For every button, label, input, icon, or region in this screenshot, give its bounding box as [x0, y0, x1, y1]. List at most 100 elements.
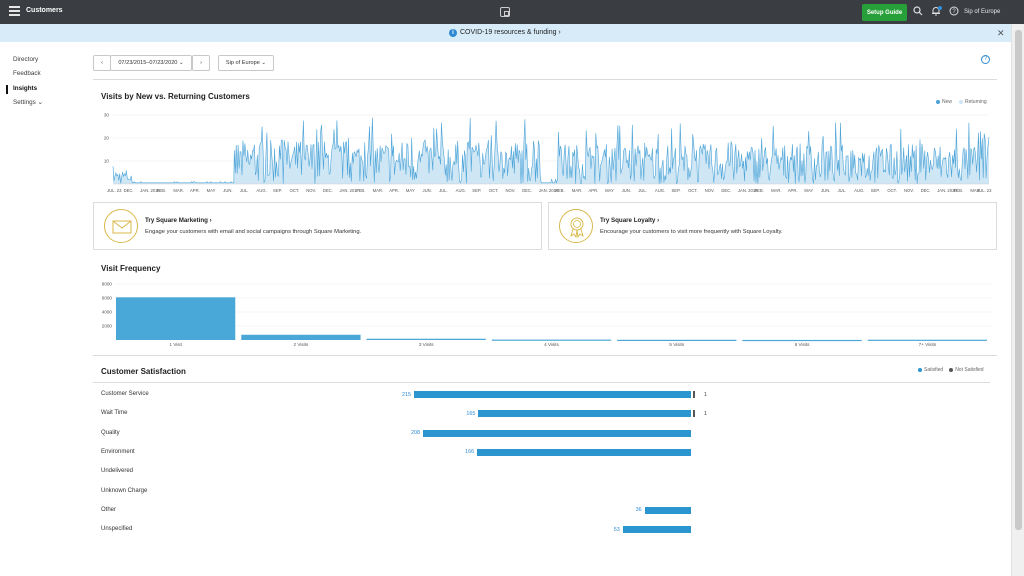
visits-x-tick: JUL. [240, 188, 249, 193]
frequency-x-label: 4 Visits [544, 342, 559, 347]
banner-link[interactable]: COVID-19 resources & funding › [460, 29, 561, 36]
promo-card-marketing[interactable]: Try Square Marketing › Engage your custo… [93, 202, 542, 250]
satisfaction-row-label: Environment [101, 448, 135, 455]
visits-x-tick: NOV. [306, 188, 316, 193]
frequency-bar[interactable] [241, 334, 361, 340]
visits-x-tick: MAY [207, 188, 216, 193]
visits-x-tick: DEC. [522, 188, 532, 193]
visits-x-tick: JUL. [439, 188, 448, 193]
visits-x-tick: AUG. [456, 188, 466, 193]
visits-y-tick: 10 [104, 159, 110, 164]
visits-x-tick: OCT. [489, 188, 499, 193]
satisfied-bar[interactable] [644, 506, 691, 514]
visits-x-tick: AUG. [256, 188, 266, 193]
prev-range-button[interactable]: ‹ [93, 55, 111, 71]
help-icon[interactable]: ? [981, 55, 990, 64]
promo-card-loyalty[interactable]: Try Square Loyalty › Encourage your cust… [548, 202, 997, 250]
satisfaction-row-label: Wait Time [101, 410, 128, 417]
promo-title-loyalty[interactable]: Try Square Loyalty › [600, 217, 659, 224]
satisfaction-row-label: Customer Service [101, 391, 149, 397]
notification-dot [938, 6, 942, 10]
setup-guide-button[interactable]: Setup Guide [862, 4, 907, 21]
top-bar: Customers Setup Guide ? Sip of Europe [0, 0, 1024, 24]
visits-x-tick: FEB. [356, 188, 365, 193]
visits-x-tick: APR. [389, 188, 399, 193]
visits-x-tick: JUN. [422, 188, 431, 193]
frequency-x-label: 5 Visits [669, 342, 684, 347]
next-range-button[interactable]: › [192, 55, 210, 71]
visits-x-tick: JUL. [838, 188, 847, 193]
active-indicator [6, 85, 8, 94]
visits-chart: 102030JUL. 23 DEC. JAN. 2016FEB. MAR. APR. MA… [104, 113, 992, 194]
satisfaction-row-label: Other [101, 506, 117, 513]
frequency-x-label: 2 Visits [294, 342, 309, 347]
frequency-chart: 2000 4000 6000 8000 1 Visit 2 Visits 3 Visits 4… [102, 282, 992, 347]
sidebar-item-feedback[interactable]: Feedback [13, 70, 41, 77]
frequency-bar[interactable] [491, 339, 612, 341]
satisfied-bar[interactable] [622, 526, 691, 534]
location-select[interactable]: Sip of Europe ⌄ [218, 55, 274, 71]
visits-x-tick: MAR. [173, 188, 183, 193]
legend-dot-satisfied [918, 368, 922, 372]
visits-x-tick: OCT. [887, 188, 897, 193]
menu-icon[interactable] [9, 6, 20, 18]
frequency-x-label: 3 Visits [419, 342, 434, 347]
store-name[interactable]: Sip of Europe [964, 9, 1000, 15]
not-satisfied-bar[interactable] [693, 410, 695, 418]
visits-x-tick: FEB. [555, 188, 564, 193]
close-icon[interactable]: ✕ [997, 28, 1005, 39]
square-logo-icon[interactable] [500, 7, 510, 17]
visits-x-tick: MAR. [373, 188, 383, 193]
satisfied-count: 215 [402, 391, 411, 398]
search-icon[interactable] [913, 6, 923, 20]
frequency-bar[interactable] [742, 339, 862, 342]
frequency-y-tick: 2000 [102, 324, 113, 329]
visits-x-tick: NOV. [705, 188, 715, 193]
satisfied-bar[interactable] [414, 391, 691, 398]
help-icon[interactable]: ? [949, 6, 959, 20]
app-title: Customers [26, 7, 63, 14]
promo-title-marketing[interactable]: Try Square Marketing › [145, 217, 212, 224]
visits-x-tick: FEB. [755, 188, 764, 193]
visits-x-tick: JUN. [821, 188, 830, 193]
satisfied-count: 36 [635, 507, 642, 514]
visits-x-tick: NOV. [904, 188, 914, 193]
visits-x-tick: MAY [406, 188, 415, 193]
promo-text-marketing: Engage your customers with email and soc… [145, 229, 362, 235]
frequency-bar[interactable] [116, 297, 236, 340]
sidebar-item-settings[interactable]: Settings ⌄ [13, 99, 43, 106]
frequency-x-label: 1 Visit [169, 342, 182, 347]
visits-x-tick: NOV. [505, 188, 515, 193]
satisfied-count: 53 [613, 526, 620, 533]
date-range-select[interactable]: 07/23/2015–07/23/2020 ⌄ [110, 55, 192, 71]
visits-x-tick: MAR. [572, 188, 582, 193]
legend-not-satisfied-label: Not Satisfied [955, 367, 984, 373]
legend-dot-not-satisfied [949, 368, 954, 372]
frequency-bar[interactable] [867, 339, 987, 341]
visits-x-tick: APR. [589, 188, 599, 193]
envelope-icon [104, 209, 138, 243]
visits-x-tick: FEB. [157, 188, 166, 193]
visits-x-tick: JUN. [223, 188, 232, 193]
visits-x-tick: SEP. [871, 188, 880, 193]
satisfied-bar[interactable] [478, 410, 691, 418]
legend-new-label: New [942, 99, 953, 105]
frequency-bar[interactable] [617, 339, 737, 341]
scrollbar[interactable] [1011, 24, 1024, 576]
divider [93, 382, 990, 383]
visits-x-tick: AUG. [854, 188, 864, 193]
sidebar-item-directory[interactable]: Directory [13, 56, 38, 63]
frequency-y-tick: 4000 [102, 310, 113, 315]
scrollbar-thumb[interactable] [1015, 30, 1022, 530]
frequency-y-tick: 8000 [102, 282, 113, 287]
frequency-y-tick: 6000 [102, 296, 113, 301]
not-satisfied-count: 1 [704, 391, 707, 398]
divider [93, 79, 997, 80]
visits-x-tick: JUL. 23 [107, 188, 122, 193]
not-satisfied-bar[interactable] [693, 391, 695, 398]
satisfied-bar[interactable] [477, 448, 691, 456]
frequency-bar[interactable] [366, 338, 486, 340]
sidebar-item-insights[interactable]: Insights [13, 85, 37, 92]
satisfied-bar[interactable] [423, 429, 691, 437]
visits-legend: New Returning [936, 99, 987, 105]
